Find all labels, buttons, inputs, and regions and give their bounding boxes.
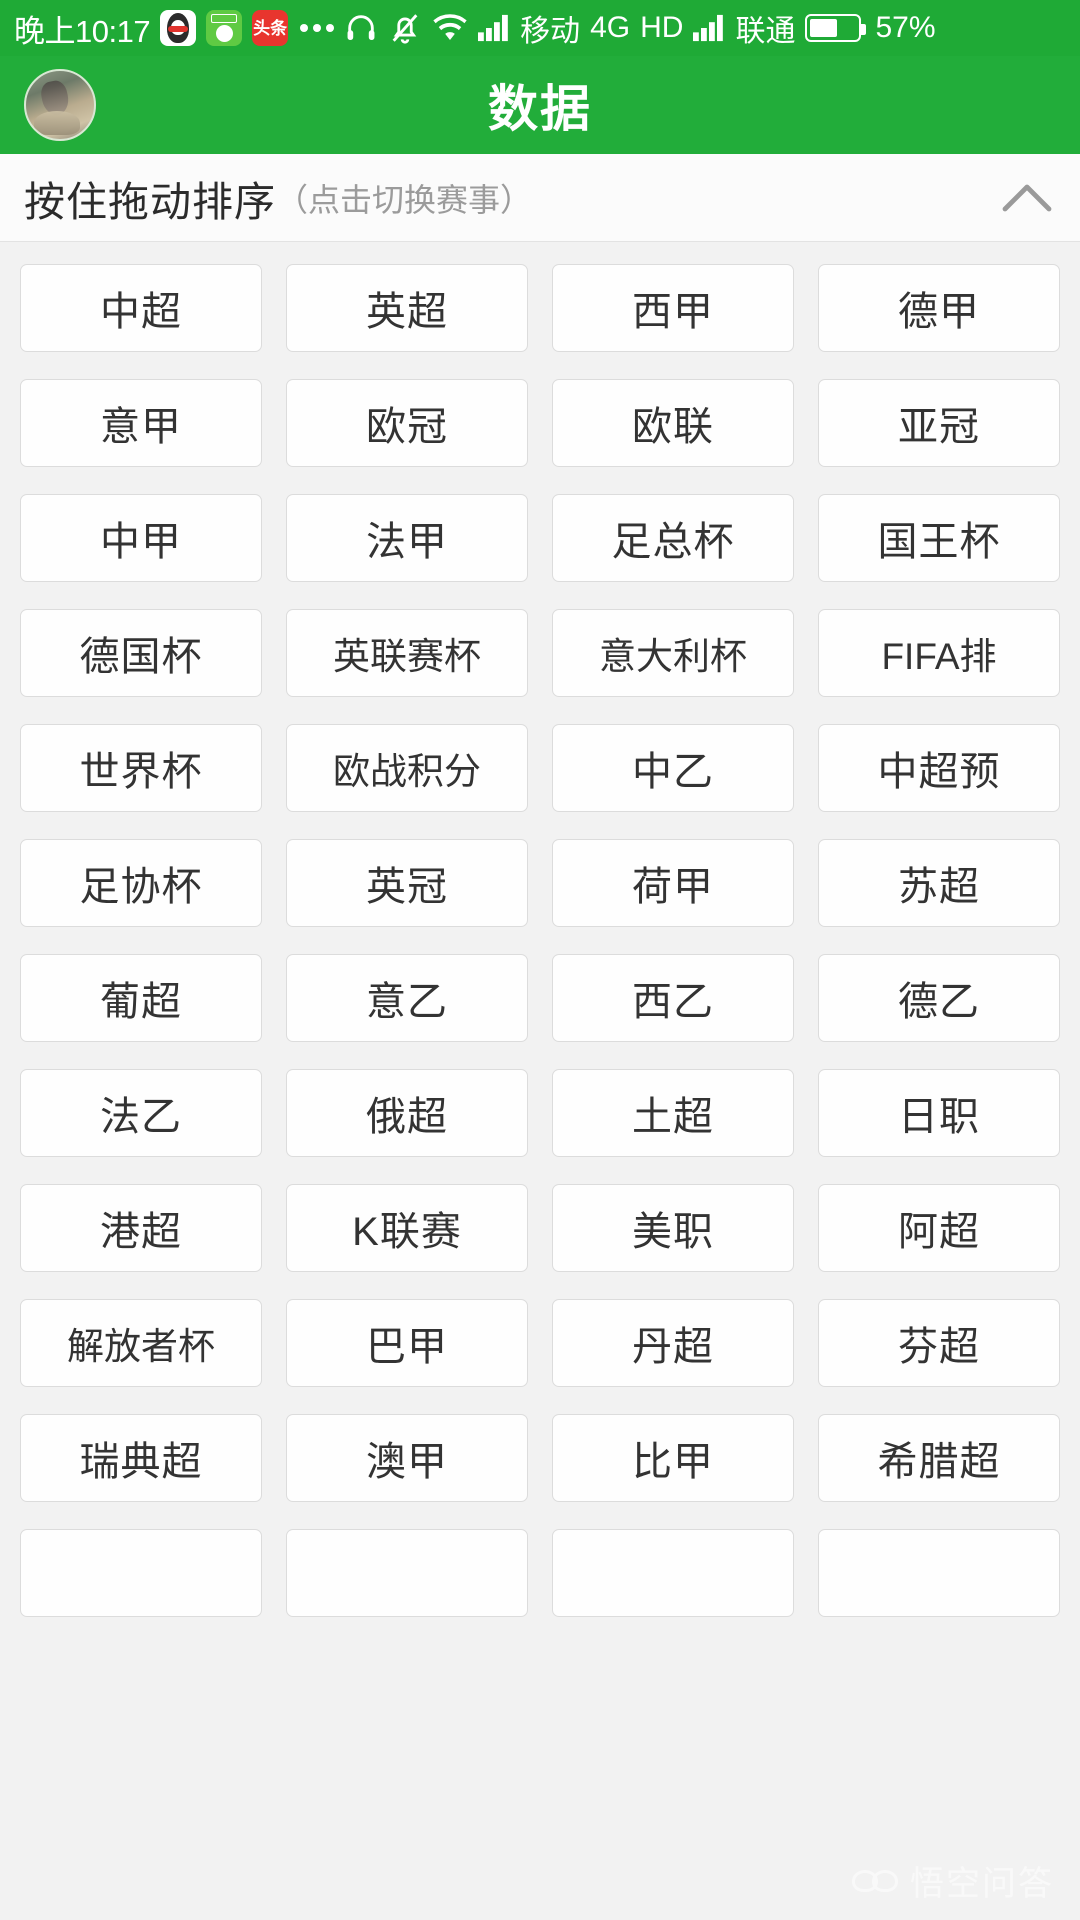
league-grid: 中超 英超 西甲 德甲意甲 欧冠 欧联 亚冠中甲 法甲 足总杯 国王杯德国杯 英联赛杯 意大利杯 FIF… — [20, 264, 1060, 1617]
league-cell[interactable]: 中超预 — [818, 724, 1060, 812]
league-cell[interactable]: 土超 — [552, 1069, 794, 1157]
league-cell[interactable]: 解放者杯 — [20, 1299, 262, 1387]
league-grid-container: 中超 英超 西甲 德甲意甲 欧冠 欧联 亚冠中甲 法甲 足总杯 国王杯德国杯 英联赛杯 意大利杯 FIF… — [0, 242, 1080, 1919]
wifi-icon — [432, 13, 468, 43]
league-cell[interactable] — [20, 1529, 262, 1617]
league-cell[interactable]: 苏超 — [818, 839, 1060, 927]
page-title: 数据 — [488, 81, 592, 137]
wukong-logo-icon — [852, 1868, 898, 1894]
league-cell[interactable]: 足协杯 — [20, 839, 262, 927]
more-dots-icon — [300, 24, 335, 32]
hd-label: HD — [640, 11, 684, 44]
league-cell[interactable]: 葡超 — [20, 954, 262, 1042]
league-cell[interactable]: 欧冠 — [286, 379, 528, 467]
league-cell[interactable]: FIFA排 — [818, 609, 1060, 697]
carrier-2-label: 联通 — [735, 15, 796, 48]
sort-hint-sub: （点击切换赛事） — [276, 181, 533, 218]
league-cell[interactable]: 英联赛杯 — [286, 609, 528, 697]
league-cell[interactable]: 意甲 — [20, 379, 262, 467]
league-cell[interactable]: 澳甲 — [286, 1414, 528, 1502]
watermark: 悟空问答 — [852, 1856, 1054, 1905]
qq-app-icon — [160, 10, 197, 46]
league-cell[interactable]: 芬超 — [818, 1299, 1060, 1387]
headset-icon — [344, 11, 378, 45]
league-cell[interactable]: 英冠 — [286, 839, 528, 927]
league-cell[interactable]: 中超 — [20, 264, 262, 352]
league-cell[interactable]: 比甲 — [552, 1414, 794, 1502]
league-cell[interactable]: 中乙 — [552, 724, 794, 812]
league-cell[interactable]: 丹超 — [552, 1299, 794, 1387]
sort-hint-main: 按住拖动排序 — [24, 178, 276, 225]
signal-bars-icon-2 — [693, 14, 725, 42]
league-cell[interactable]: 阿超 — [818, 1184, 1060, 1272]
league-cell[interactable]: 中甲 — [20, 494, 262, 582]
league-cell[interactable]: 美职 — [552, 1184, 794, 1272]
league-cell[interactable]: K联赛 — [286, 1184, 528, 1272]
league-cell[interactable]: 世界杯 — [20, 724, 262, 812]
status-time: 晚上10:17 — [14, 13, 151, 49]
league-cell[interactable]: 法甲 — [286, 494, 528, 582]
chevron-up-icon[interactable] — [1000, 171, 1054, 225]
watermark-text: 悟空问答 — [910, 1865, 1054, 1903]
battery-percent-label: 57% — [875, 11, 936, 44]
league-cell[interactable]: 法乙 — [20, 1069, 262, 1157]
league-cell[interactable]: 巴甲 — [286, 1299, 528, 1387]
league-cell[interactable]: 意乙 — [286, 954, 528, 1042]
league-cell[interactable]: 欧战积分 — [286, 724, 528, 812]
league-cell[interactable]: 德乙 — [818, 954, 1060, 1042]
league-cell[interactable]: 英超 — [286, 264, 528, 352]
battery-icon — [805, 14, 867, 42]
league-cell[interactable]: 亚冠 — [818, 379, 1060, 467]
league-cell[interactable]: 俄超 — [286, 1069, 528, 1157]
league-cell[interactable]: 瑞典超 — [20, 1414, 262, 1502]
sort-bar[interactable]: 按住拖动排序 （点击切换赛事） — [0, 154, 1080, 242]
league-cell[interactable]: 希腊超 — [818, 1414, 1060, 1502]
network-type-label: 4G — [590, 11, 631, 44]
league-cell[interactable]: 日职 — [818, 1069, 1060, 1157]
league-cell[interactable] — [286, 1529, 528, 1617]
avatar[interactable] — [24, 69, 96, 141]
bell-muted-icon — [388, 11, 422, 45]
league-cell[interactable]: 德甲 — [818, 264, 1060, 352]
app-header: 数据 — [0, 56, 1080, 154]
status-bar: 晚上10:17 头条 移动 4G HD 联通 57% — [0, 0, 1080, 56]
league-cell[interactable]: 意大利杯 — [552, 609, 794, 697]
carrier-1-label: 移动 — [520, 15, 581, 48]
soccer-app-icon — [206, 10, 243, 46]
league-cell[interactable]: 欧联 — [552, 379, 794, 467]
signal-bars-icon — [478, 14, 510, 42]
league-cell[interactable]: 德国杯 — [20, 609, 262, 697]
league-cell[interactable] — [818, 1529, 1060, 1617]
league-cell[interactable]: 国王杯 — [818, 494, 1060, 582]
league-cell[interactable]: 港超 — [20, 1184, 262, 1272]
league-cell[interactable]: 足总杯 — [552, 494, 794, 582]
league-cell[interactable]: 西乙 — [552, 954, 794, 1042]
league-cell[interactable] — [552, 1529, 794, 1617]
toutiao-app-icon: 头条 — [252, 10, 289, 46]
league-cell[interactable]: 西甲 — [552, 264, 794, 352]
league-cell[interactable]: 荷甲 — [552, 839, 794, 927]
